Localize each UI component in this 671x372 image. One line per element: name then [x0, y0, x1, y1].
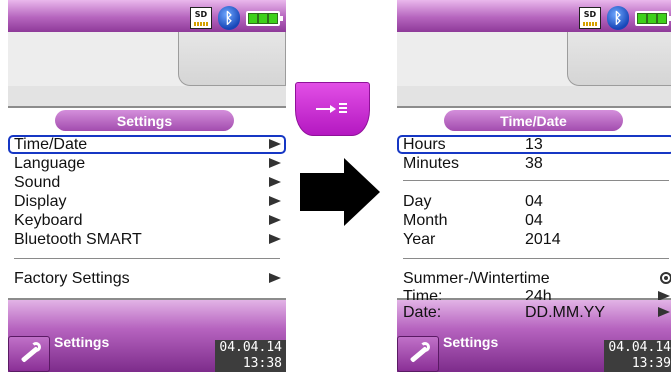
- arrow-right-icon: [658, 307, 670, 317]
- menu-item-display[interactable]: Display: [8, 192, 286, 211]
- arrow-right-icon: [300, 158, 380, 226]
- arrow-right-icon: [269, 139, 281, 149]
- bottom-bar: Settings 04.04.14 13:38: [8, 300, 286, 372]
- arrow-right-icon: [269, 215, 281, 225]
- menu-item-keyboard[interactable]: Keyboard: [8, 211, 286, 230]
- field-value: 04: [525, 212, 543, 229]
- sd-card-icon: SD: [579, 7, 601, 29]
- arrow-right-icon: [269, 234, 281, 244]
- divider: [14, 258, 280, 259]
- field-month[interactable]: Month 04: [397, 211, 671, 230]
- wrench-icon: [17, 342, 41, 366]
- info-tab: [567, 32, 671, 86]
- menu-item-label: Display: [14, 193, 67, 210]
- field-label: Date:: [403, 304, 442, 321]
- arrow-right-icon: [269, 177, 281, 187]
- panel-title: Settings: [8, 110, 286, 131]
- time-text: 13:38: [242, 356, 282, 371]
- info-tab: [178, 32, 286, 86]
- battery-icon: [246, 10, 283, 26]
- menu-item-label: Keyboard: [14, 212, 83, 229]
- radio-icon[interactable]: [660, 272, 671, 284]
- field-value: 13: [525, 136, 543, 153]
- field-summer-wintertime[interactable]: Summer-/Wintertime: [397, 269, 671, 288]
- field-label: Summer-/Wintertime: [403, 270, 550, 287]
- time-date-menu: Time/Date Hours 13 Minutes 38 Day 04 Mon…: [397, 106, 671, 305]
- wrench-icon: [406, 342, 430, 366]
- field-minutes[interactable]: Minutes 38: [397, 154, 671, 173]
- enter-key-button[interactable]: [295, 82, 370, 136]
- field-label: Hours: [403, 136, 446, 153]
- divider: [403, 258, 669, 259]
- menu-item-label: Time/Date: [14, 136, 88, 153]
- field-value: 04: [525, 193, 543, 210]
- menu-item-language[interactable]: Language: [8, 154, 286, 173]
- bottom-label: Settings: [443, 334, 499, 350]
- field-value: 38: [525, 155, 543, 172]
- bottom-label: Settings: [54, 334, 110, 350]
- menu-item-label: Factory Settings: [14, 270, 130, 287]
- status-bar: SD ᛒ: [8, 0, 286, 32]
- field-value: 2014: [525, 231, 561, 248]
- panel-title: Time/Date: [397, 110, 671, 131]
- field-value: DD.MM.YY: [525, 304, 605, 321]
- field-label: Minutes: [403, 155, 460, 172]
- date-time-display: 04.04.14 13:39: [604, 340, 671, 372]
- menu-item-sound[interactable]: Sound: [8, 173, 286, 192]
- menu-item-factory-settings[interactable]: Factory Settings: [8, 269, 286, 288]
- bluetooth-icon: ᛒ: [218, 6, 240, 30]
- settings-tool-button[interactable]: [8, 336, 50, 372]
- arrow-right-icon: [269, 196, 281, 206]
- date-text: 04.04.14: [608, 340, 671, 355]
- field-year[interactable]: Year 2014: [397, 230, 671, 249]
- device-screen-time-date: SD ᛒ Time/Date Hours 13 Minutes 38 Day 0…: [397, 0, 671, 372]
- battery-icon: [635, 10, 671, 26]
- field-day[interactable]: Day 04: [397, 192, 671, 211]
- bluetooth-icon: ᛒ: [607, 6, 629, 30]
- device-screen-settings: SD ᛒ Settings Time/Date Language Sound D…: [8, 0, 286, 372]
- time-text: 13:39: [631, 356, 671, 371]
- status-bar: SD ᛒ: [397, 0, 671, 32]
- field-label: Year: [403, 231, 436, 248]
- divider: [403, 180, 669, 181]
- menu-item-time-date[interactable]: Time/Date: [8, 135, 286, 154]
- settings-menu: Settings Time/Date Language Sound Displa…: [8, 106, 286, 300]
- date-time-display: 04.04.14 13:38: [215, 340, 286, 372]
- field-label: Day: [403, 193, 432, 210]
- sd-card-icon: SD: [190, 7, 212, 29]
- menu-item-bluetooth-smart[interactable]: Bluetooth SMART: [8, 230, 286, 249]
- settings-tool-button[interactable]: [397, 336, 439, 372]
- field-date-format[interactable]: Date: DD.MM.YY: [397, 303, 671, 322]
- menu-item-label: Language: [14, 155, 86, 172]
- menu-item-label: Bluetooth SMART: [14, 231, 142, 248]
- field-label: Month: [403, 212, 448, 229]
- arrow-right-icon: [269, 273, 281, 283]
- menu-item-label: Sound: [14, 174, 61, 191]
- date-text: 04.04.14: [219, 340, 282, 355]
- enter-key-icon: [315, 102, 350, 116]
- field-hours[interactable]: Hours 13: [397, 135, 671, 154]
- arrow-right-icon: [269, 158, 281, 168]
